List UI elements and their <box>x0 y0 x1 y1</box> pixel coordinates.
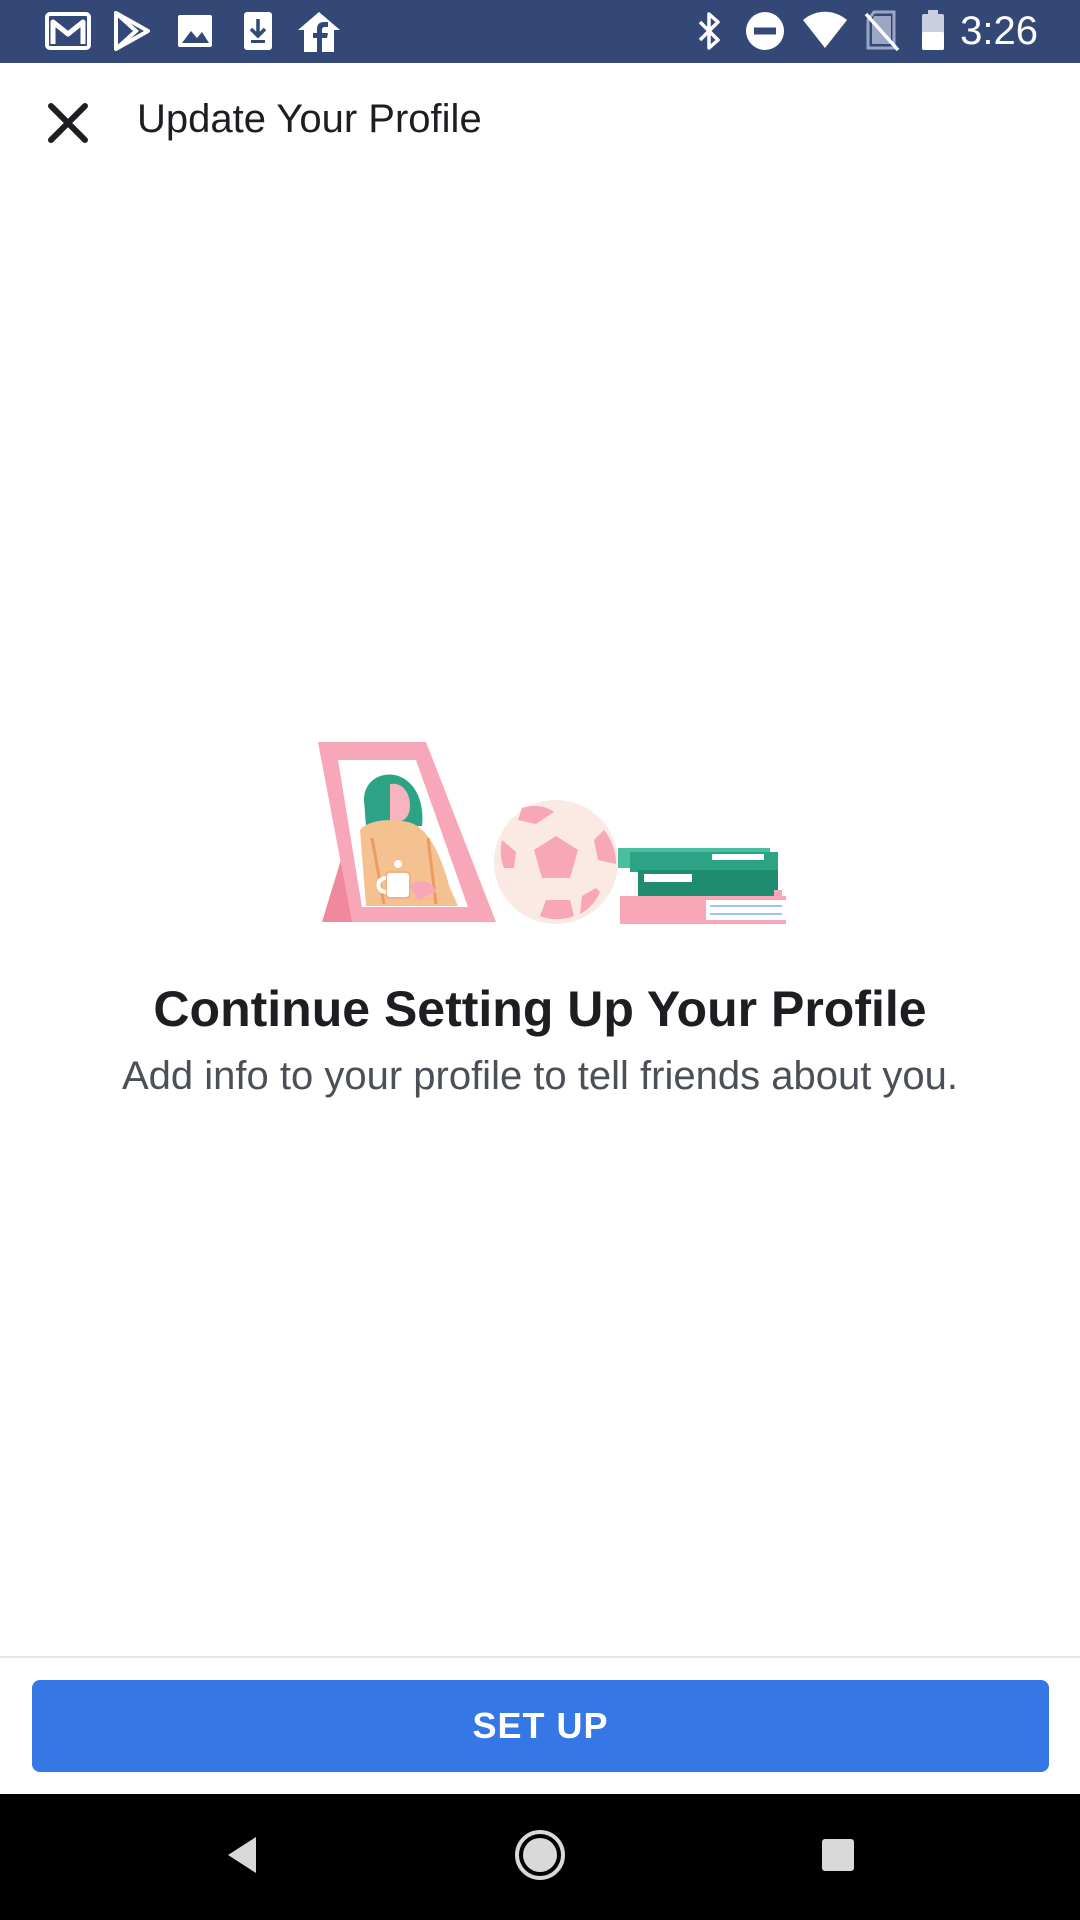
no-sim-icon <box>864 10 900 52</box>
bottom-divider <box>0 1656 1080 1658</box>
home-icon <box>513 1828 567 1887</box>
setup-button[interactable]: SET UP <box>32 1680 1049 1772</box>
recents-button[interactable] <box>808 1827 868 1887</box>
download-icon <box>242 10 274 52</box>
page-title: Update Your Profile <box>137 97 482 141</box>
status-bar: 3:26 <box>0 0 1080 63</box>
headline: Continue Setting Up Your Profile <box>153 981 927 1037</box>
navigation-bar <box>0 1794 1080 1920</box>
wifi-icon <box>802 10 848 52</box>
home-button[interactable] <box>510 1827 570 1887</box>
screen: 3:26 Update Your Profile Continue Settin… <box>0 0 1080 1920</box>
profile-setup-illustration <box>298 740 788 926</box>
facebook-home-icon <box>296 10 342 52</box>
play-store-icon <box>112 10 152 52</box>
photos-icon <box>176 10 214 52</box>
bluetooth-icon <box>696 10 724 52</box>
subtext: Add info to your profile to tell friends… <box>121 1054 959 1098</box>
close-icon <box>46 101 90 150</box>
back-button[interactable] <box>212 1827 272 1887</box>
do-not-disturb-icon <box>744 10 786 52</box>
status-time: 3:26 <box>960 9 1038 53</box>
gmail-icon <box>44 10 92 52</box>
app-bar: Update Your Profile <box>0 63 1080 178</box>
close-button[interactable] <box>28 89 108 161</box>
back-icon <box>222 1833 262 1882</box>
recents-icon <box>819 1836 857 1879</box>
battery-icon <box>920 10 946 52</box>
